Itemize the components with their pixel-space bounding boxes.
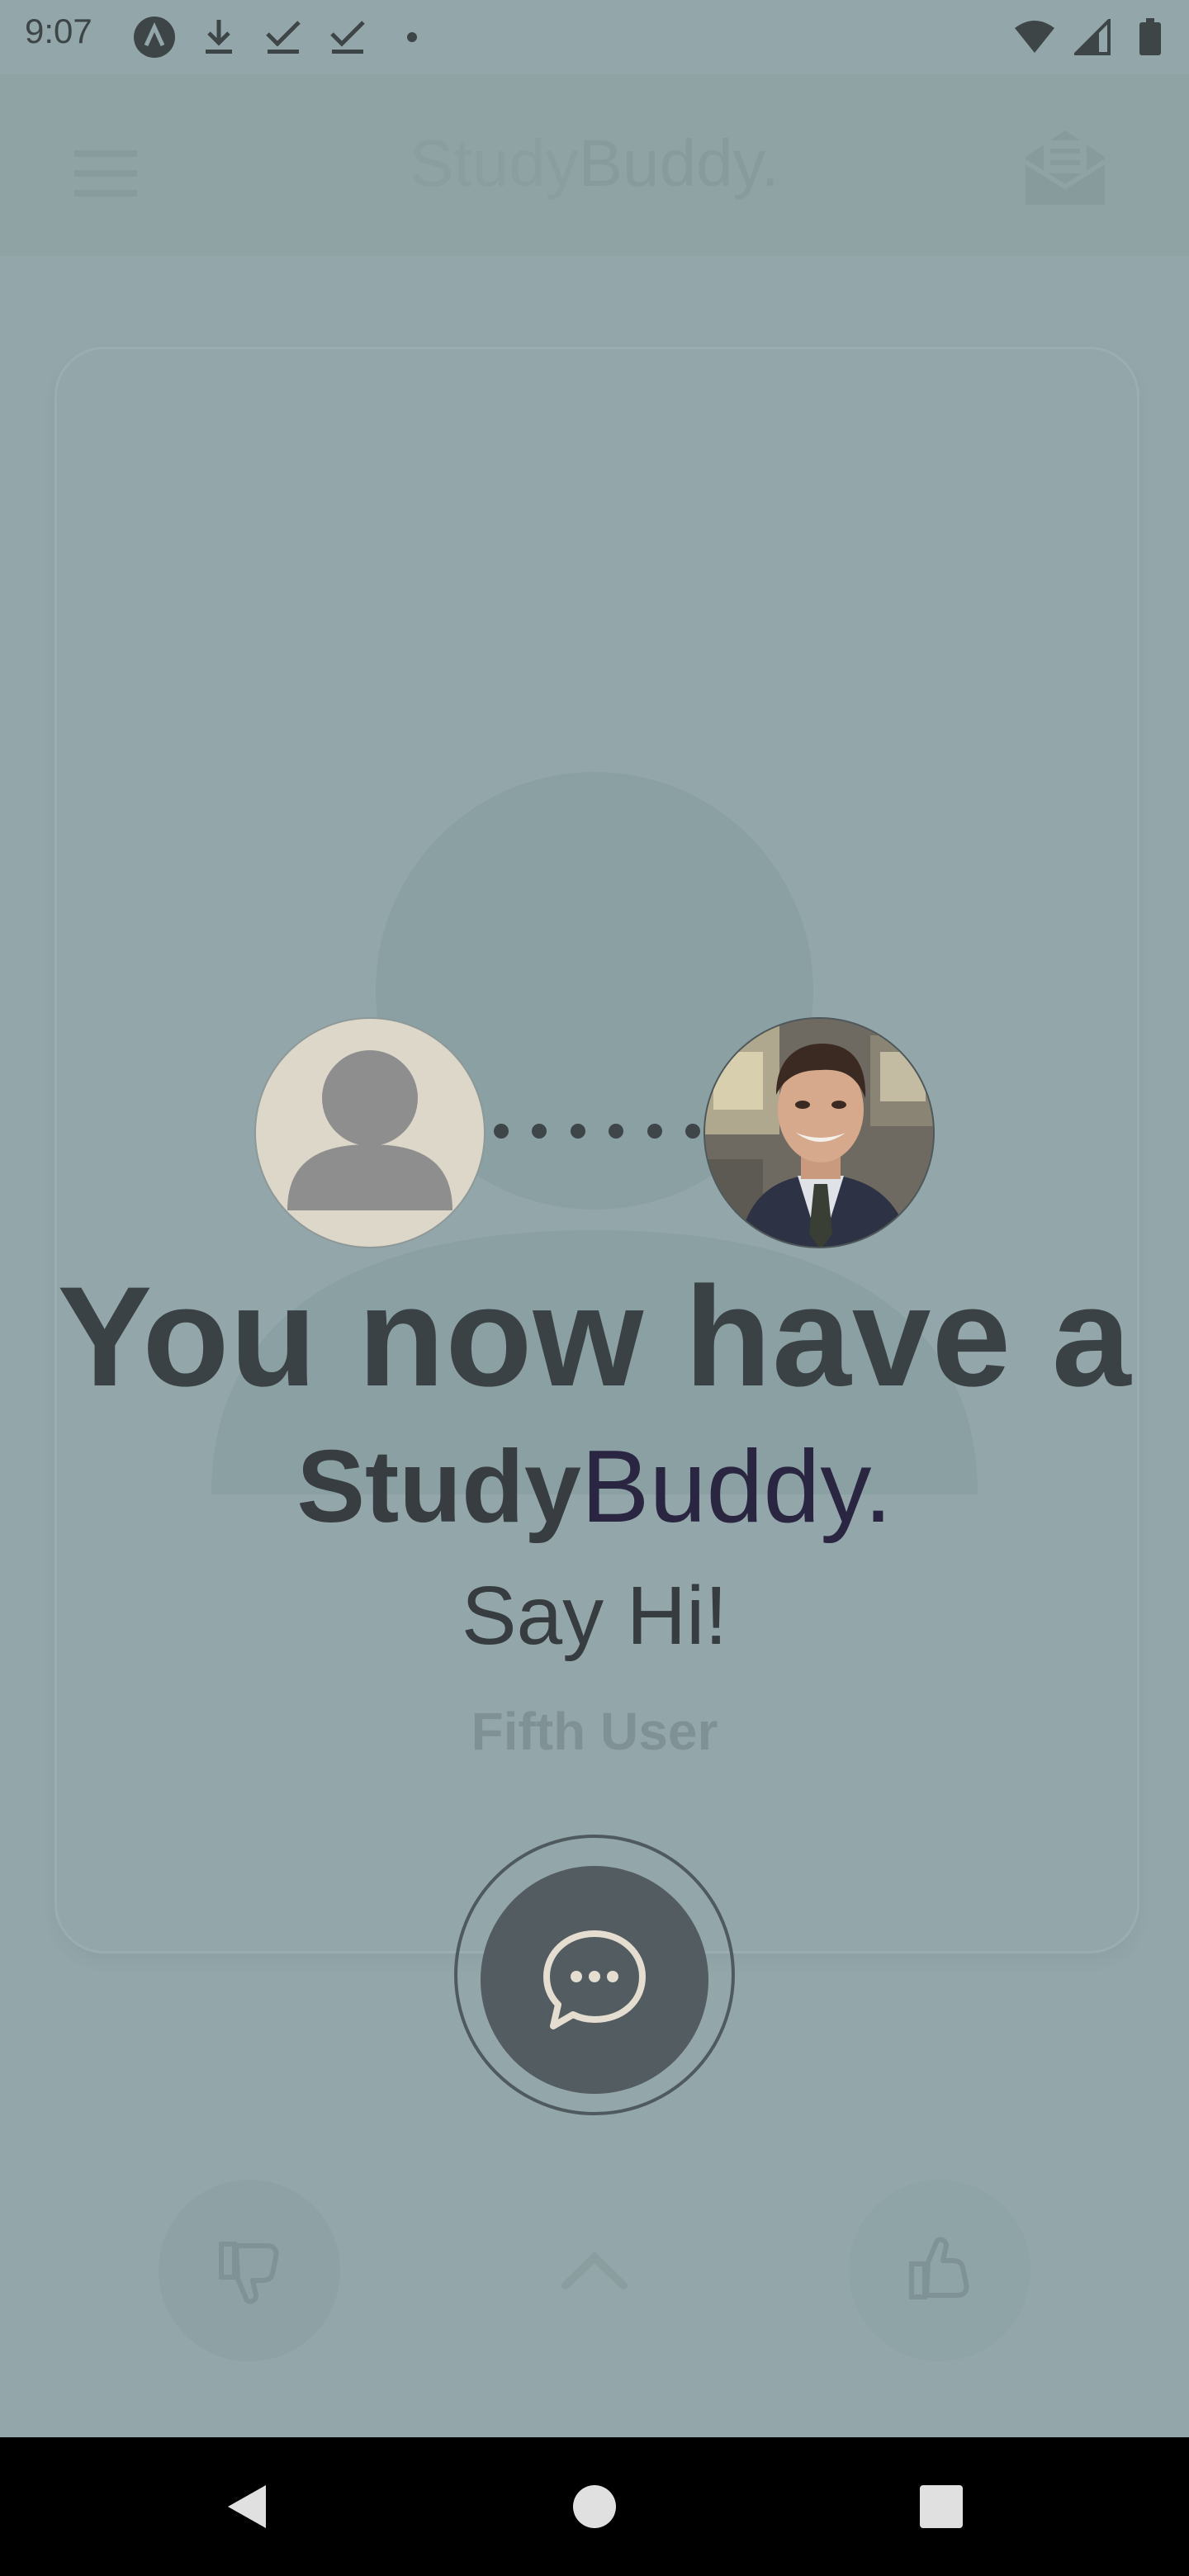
expand-button[interactable] [504, 2180, 685, 2361]
status-time: 9:07 [25, 12, 92, 50]
check-icon [261, 15, 306, 59]
dislike-button[interactable] [159, 2180, 340, 2361]
app-a-icon [132, 15, 177, 59]
connection-dots [494, 1115, 700, 1148]
logo-buddy: Buddy. [578, 126, 779, 200]
dot-icon [390, 15, 434, 59]
match-avatars [0, 1017, 1189, 1248]
system-nav-bar [0, 2437, 1189, 2576]
my-avatar [254, 1017, 486, 1248]
status-bar: 9:07 [0, 0, 1189, 74]
recents-icon[interactable] [908, 2474, 974, 2540]
inbox-icon[interactable] [1016, 116, 1115, 215]
chat-button-fill[interactable] [481, 1866, 708, 2094]
match-brand: StudyBuddy. [0, 1428, 1189, 1546]
buddy-avatar [703, 1017, 935, 1248]
match-subtitle: Say Hi! [461, 1570, 728, 1662]
back-icon[interactable] [215, 2474, 281, 2540]
profile-name: Fifth User [471, 1702, 718, 1761]
match-headline: You now have a [57, 1257, 1132, 1416]
app-logo: StudyBuddy. [0, 125, 1189, 201]
thumbs-up-icon [909, 2237, 969, 2299]
person-icon [287, 1050, 452, 1210]
match-brand-study: Study [296, 1430, 581, 1544]
check-icon [325, 15, 370, 59]
match-brand-buddy: Buddy. [580, 1430, 893, 1544]
wifi-icon [1012, 15, 1057, 59]
download-icon [197, 15, 241, 59]
app-bar: StudyBuddy. [0, 74, 1189, 256]
chevron-up-icon [561, 2252, 628, 2290]
chat-button[interactable] [454, 1835, 735, 2115]
system-icons [1012, 15, 1172, 59]
battery-icon [1128, 15, 1172, 59]
signal-icon [1070, 15, 1115, 59]
thumbs-down-icon [219, 2242, 279, 2304]
like-button[interactable] [849, 2180, 1030, 2361]
home-icon[interactable] [561, 2474, 628, 2540]
logo-study: Study [410, 126, 579, 200]
chat-bubble-icon [543, 1930, 646, 2029]
notification-icons [132, 15, 434, 59]
